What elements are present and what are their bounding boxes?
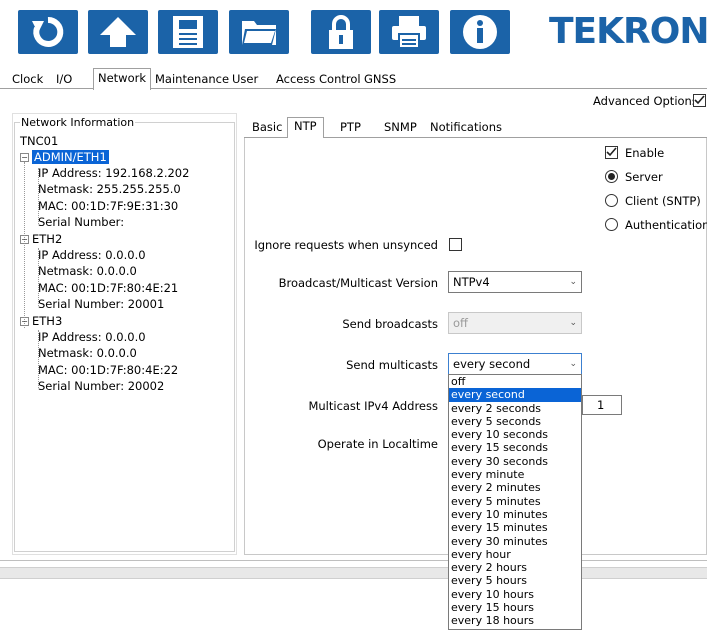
brand-logo: TEKRON bbox=[549, 11, 707, 52]
send-multicasts-label: Send multicasts bbox=[346, 358, 438, 372]
print-button[interactable] bbox=[379, 10, 439, 54]
dropdown-option[interactable]: every 10 hours bbox=[449, 588, 581, 601]
tree-node-eth3[interactable]: − ETH3 bbox=[20, 313, 62, 330]
bottom-separator bbox=[0, 567, 707, 579]
dropdown-option[interactable]: every second bbox=[449, 388, 581, 402]
send-broadcasts-select[interactable]: off ⌄ bbox=[448, 312, 582, 334]
eth3-serial: Serial Number: 20002 bbox=[38, 379, 165, 393]
eth3-mac: MAC: 00:1D:7F:80:4E:22 bbox=[38, 363, 179, 377]
client-radio[interactable] bbox=[605, 194, 618, 207]
chevron-down-icon: ⌄ bbox=[569, 318, 577, 328]
eth1-mac: MAC: 00:1D:7F:9E:31:30 bbox=[38, 199, 179, 213]
dropdown-option[interactable]: every 5 minutes bbox=[449, 495, 581, 508]
tab-io[interactable]: I/O bbox=[52, 70, 76, 89]
dropdown-option[interactable]: every 18 hours bbox=[449, 614, 581, 627]
dropdown-option[interactable]: every 2 seconds bbox=[449, 402, 581, 415]
tab-ptp[interactable]: PTP bbox=[334, 119, 367, 137]
info-button[interactable] bbox=[450, 10, 510, 54]
dropdown-option[interactable]: every 15 hours bbox=[449, 601, 581, 614]
info-icon bbox=[463, 15, 497, 49]
eth2-serial: Serial Number: 20001 bbox=[38, 297, 165, 311]
dropdown-option[interactable]: every 15 seconds bbox=[449, 441, 581, 454]
tab-network[interactable]: Network bbox=[93, 68, 152, 90]
tab-access-control[interactable]: Access Control bbox=[272, 70, 365, 89]
multicast-ipv4-input[interactable]: 1 bbox=[582, 395, 622, 415]
authentication-label: Authentication bbox=[625, 218, 707, 232]
upload-arrow-icon bbox=[100, 17, 136, 47]
send-multicasts-dropdown-list[interactable]: off every second every 2 seconds every 5 se… bbox=[448, 374, 582, 630]
printer-icon bbox=[392, 16, 426, 49]
eth2-mac: MAC: 00:1D:7F:80:4E:21 bbox=[38, 281, 179, 295]
lock-icon bbox=[329, 15, 353, 49]
upload-button[interactable] bbox=[88, 10, 148, 54]
tree-node-eth2[interactable]: − ETH2 bbox=[20, 231, 62, 248]
tab-maintenance[interactable]: Maintenance bbox=[151, 70, 233, 89]
dropdown-option[interactable]: every 2 minutes bbox=[449, 481, 581, 494]
tab-basic[interactable]: Basic bbox=[246, 119, 288, 137]
checkmark-icon bbox=[606, 147, 617, 157]
ignore-requests-label: Ignore requests when unsynced bbox=[254, 238, 438, 252]
authentication-radio[interactable] bbox=[605, 218, 618, 231]
folder-icon bbox=[242, 21, 276, 45]
open-button[interactable] bbox=[229, 10, 289, 54]
dropdown-option[interactable]: every hour bbox=[449, 548, 581, 561]
send-broadcasts-label: Send broadcasts bbox=[342, 317, 438, 331]
version-label: Broadcast/Multicast Version bbox=[278, 276, 438, 290]
tab-ntp[interactable]: NTP bbox=[287, 117, 324, 138]
multicast-ipv4-label: Multicast IPv4 Address bbox=[308, 399, 438, 413]
dropdown-option[interactable]: every 2 hours bbox=[449, 561, 581, 574]
ignore-requests-checkbox[interactable] bbox=[449, 238, 462, 251]
tab-gnss[interactable]: GNSS bbox=[360, 70, 400, 89]
eth3-netmask: Netmask: 0.0.0.0 bbox=[38, 346, 137, 360]
enable-checkbox[interactable] bbox=[605, 146, 618, 159]
eth3-ip: IP Address: 0.0.0.0 bbox=[38, 330, 146, 344]
enable-label: Enable bbox=[625, 146, 665, 160]
checkmark-icon bbox=[694, 95, 705, 105]
chevron-down-icon: ⌄ bbox=[569, 359, 577, 369]
collapse-icon: − bbox=[20, 317, 29, 326]
network-info-title: Network Information bbox=[20, 116, 136, 129]
dropdown-option[interactable]: every 5 seconds bbox=[449, 415, 581, 428]
dropdown-option[interactable]: every 15 minutes bbox=[449, 521, 581, 534]
dropdown-option[interactable]: every 10 minutes bbox=[449, 508, 581, 521]
send-multicasts-select[interactable]: every second ⌄ bbox=[448, 353, 582, 375]
tree-root: TNC01 bbox=[20, 134, 59, 148]
chevron-down-icon: ⌄ bbox=[569, 277, 577, 287]
collapse-icon: − bbox=[20, 153, 29, 162]
eth1-serial: Serial Number: bbox=[38, 215, 125, 229]
dropdown-option[interactable]: every 30 minutes bbox=[449, 535, 581, 548]
eth2-ip: IP Address: 0.0.0.0 bbox=[38, 248, 146, 262]
dropdown-option[interactable]: every 5 hours bbox=[449, 574, 581, 587]
localtime-label: Operate in Localtime bbox=[317, 437, 438, 451]
tab-snmp[interactable]: SNMP bbox=[378, 119, 423, 137]
main-tab-bar: Clock I/O Network Maintenance User Acces… bbox=[0, 68, 707, 90]
refresh-icon bbox=[32, 16, 64, 47]
dropdown-option[interactable]: every 30 seconds bbox=[449, 455, 581, 468]
tab-notifications[interactable]: Notifications bbox=[424, 119, 508, 137]
eth1-netmask: Netmask: 255.255.255.0 bbox=[38, 182, 181, 196]
eth1-ip: IP Address: 192.168.2.202 bbox=[38, 166, 190, 180]
advanced-options-label: Advanced Options bbox=[593, 94, 698, 108]
tree-node-eth1[interactable]: − ADMIN/ETH1 bbox=[20, 149, 109, 166]
server-label: Server bbox=[625, 170, 663, 184]
tab-clock[interactable]: Clock bbox=[8, 70, 47, 89]
advanced-options-checkbox[interactable] bbox=[693, 94, 706, 107]
server-radio[interactable] bbox=[605, 170, 618, 183]
dropdown-option[interactable]: off bbox=[449, 375, 581, 388]
eth2-netmask: Netmask: 0.0.0.0 bbox=[38, 264, 137, 278]
floppy-disk-icon bbox=[173, 16, 203, 48]
version-select[interactable]: NTPv4 ⌄ bbox=[448, 271, 582, 293]
lock-button[interactable] bbox=[311, 10, 371, 54]
collapse-icon: − bbox=[20, 235, 29, 244]
dropdown-option[interactable]: every 10 seconds bbox=[449, 428, 581, 441]
tab-user[interactable]: User bbox=[228, 70, 262, 89]
client-label: Client (SNTP) bbox=[625, 194, 701, 208]
dropdown-option[interactable]: every minute bbox=[449, 468, 581, 481]
save-button[interactable] bbox=[158, 10, 218, 54]
refresh-button[interactable] bbox=[18, 10, 78, 54]
